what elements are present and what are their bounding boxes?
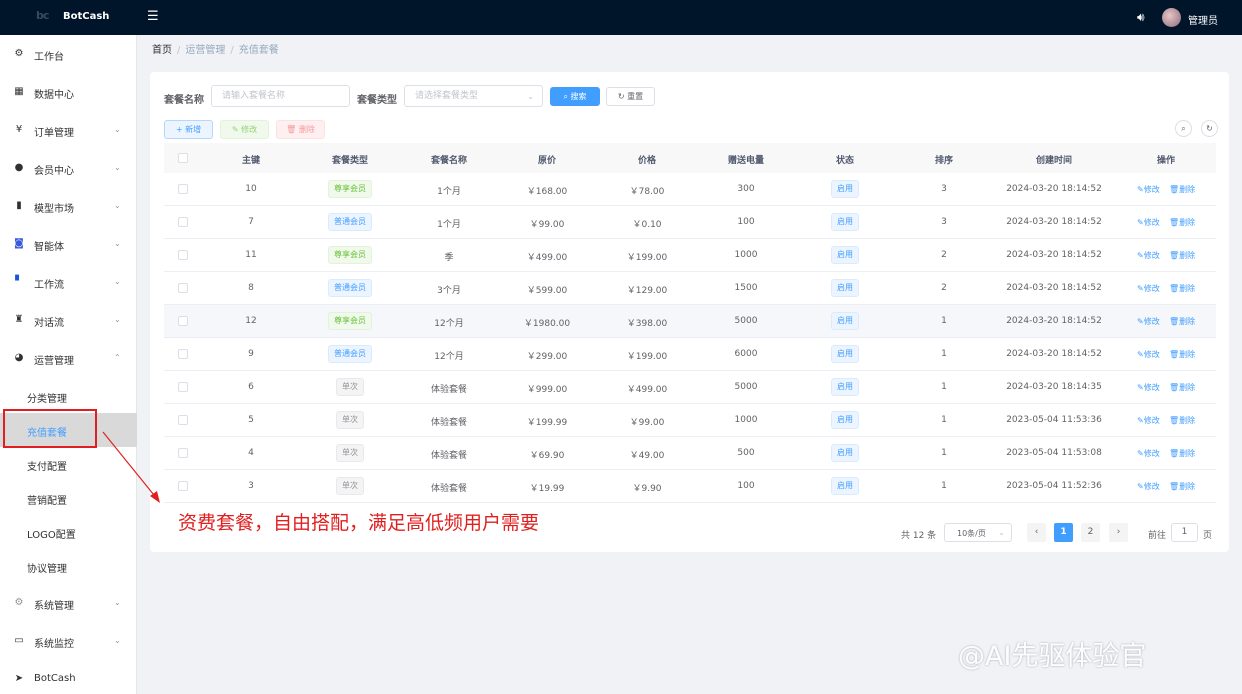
watermark: @AI先驱体验官 (958, 641, 1147, 672)
annotation-arrow (102, 431, 160, 503)
annotation-text: 资费套餐，自由搭配，满足高低频用户需要 (178, 512, 540, 534)
